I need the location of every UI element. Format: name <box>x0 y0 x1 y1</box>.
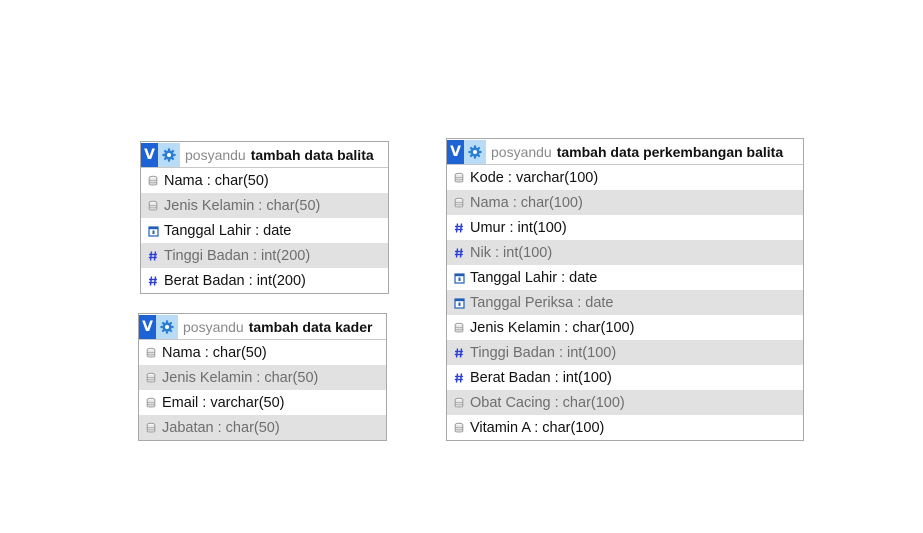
numeric-column-icon <box>453 347 465 359</box>
table-header[interactable]: Vposyandu tambah data balita <box>141 142 388 168</box>
column-row[interactable]: Tanggal Lahir : date <box>141 218 388 243</box>
v-icon[interactable]: V <box>139 314 156 339</box>
column-label: Nama : char(100) <box>470 194 583 211</box>
column-row[interactable]: Jenis Kelamin : char(100) <box>447 315 803 340</box>
database-name: posyandu <box>185 146 246 163</box>
v-icon[interactable]: V <box>447 139 464 164</box>
column-row[interactable]: Berat Badan : int(200) <box>141 268 388 293</box>
column-label: Vitamin A : char(100) <box>470 419 605 436</box>
table-card-perkembangan-balita[interactable]: Vposyandu tambah data perkembangan balita… <box>446 138 804 441</box>
date-column-icon <box>147 225 159 237</box>
table-header[interactable]: Vposyandu tambah data kader <box>139 314 386 340</box>
column-row[interactable]: Tinggi Badan : int(100) <box>447 340 803 365</box>
text-column-icon <box>453 422 465 434</box>
column-row[interactable]: Nik : int(100) <box>447 240 803 265</box>
column-row[interactable]: Berat Badan : int(100) <box>447 365 803 390</box>
column-row[interactable]: Email : varchar(50) <box>139 390 386 415</box>
numeric-column-icon <box>453 372 465 384</box>
v-icon[interactable]: V <box>141 142 158 167</box>
column-label: Nama : char(50) <box>162 344 267 361</box>
table-name: tambah data kader <box>248 318 373 335</box>
date-column-icon <box>453 297 465 309</box>
column-label: Berat Badan : int(100) <box>470 369 612 386</box>
numeric-column-icon <box>453 247 465 259</box>
gear-icon[interactable] <box>158 142 180 167</box>
text-column-icon <box>147 175 159 187</box>
column-label: Tinggi Badan : int(100) <box>470 344 617 361</box>
column-row[interactable]: Jabatan : char(50) <box>139 415 386 440</box>
text-column-icon <box>453 197 465 209</box>
text-column-icon <box>145 397 157 409</box>
column-label: Berat Badan : int(200) <box>164 272 306 289</box>
column-label: Obat Cacing : char(100) <box>470 394 625 411</box>
column-label: Jenis Kelamin : char(50) <box>164 197 321 214</box>
text-column-icon <box>453 172 465 184</box>
text-column-icon <box>145 422 157 434</box>
text-column-icon <box>453 397 465 409</box>
column-label: Tanggal Periksa : date <box>470 294 614 311</box>
database-name: posyandu <box>491 143 552 160</box>
column-label: Jabatan : char(50) <box>162 419 280 436</box>
column-label: Jenis Kelamin : char(50) <box>162 369 319 386</box>
column-label: Tinggi Badan : int(200) <box>164 247 311 264</box>
column-label: Kode : varchar(100) <box>470 169 599 186</box>
column-row[interactable]: Umur : int(100) <box>447 215 803 240</box>
table-header[interactable]: Vposyandu tambah data perkembangan balita <box>447 139 803 165</box>
column-row[interactable]: Tanggal Periksa : date <box>447 290 803 315</box>
date-column-icon <box>453 272 465 284</box>
gear-icon[interactable] <box>156 314 178 339</box>
column-row[interactable]: Nama : char(50) <box>139 340 386 365</box>
column-row[interactable]: Nama : char(100) <box>447 190 803 215</box>
column-row[interactable]: Tinggi Badan : int(200) <box>141 243 388 268</box>
column-row[interactable]: Jenis Kelamin : char(50) <box>141 193 388 218</box>
column-label: Nik : int(100) <box>470 244 553 261</box>
text-column-icon <box>147 200 159 212</box>
text-column-icon <box>145 372 157 384</box>
table-name: tambah data perkembangan balita <box>556 143 784 160</box>
text-column-icon <box>453 322 465 334</box>
column-label: Umur : int(100) <box>470 219 567 236</box>
column-row[interactable]: Vitamin A : char(100) <box>447 415 803 440</box>
numeric-column-icon <box>453 222 465 234</box>
table-card-balita[interactable]: Vposyandu tambah data balita Nama : char(5… <box>140 141 389 294</box>
column-label: Nama : char(50) <box>164 172 269 189</box>
column-row[interactable]: Obat Cacing : char(100) <box>447 390 803 415</box>
column-row[interactable]: Nama : char(50) <box>141 168 388 193</box>
database-name: posyandu <box>183 318 244 335</box>
column-label: Email : varchar(50) <box>162 394 285 411</box>
column-row[interactable]: Kode : varchar(100) <box>447 165 803 190</box>
column-label: Jenis Kelamin : char(100) <box>470 319 635 336</box>
table-name: tambah data balita <box>250 146 374 163</box>
numeric-column-icon <box>147 275 159 287</box>
column-label: Tanggal Lahir : date <box>164 222 292 239</box>
column-label: Tanggal Lahir : date <box>470 269 598 286</box>
designer-canvas: Vposyandu tambah data balita Nama : char(5… <box>0 0 923 533</box>
column-row[interactable]: Tanggal Lahir : date <box>447 265 803 290</box>
text-column-icon <box>145 347 157 359</box>
column-row[interactable]: Jenis Kelamin : char(50) <box>139 365 386 390</box>
table-card-kader[interactable]: Vposyandu tambah data kader Nama : char(50… <box>138 313 387 441</box>
numeric-column-icon <box>147 250 159 262</box>
gear-icon[interactable] <box>464 139 486 164</box>
